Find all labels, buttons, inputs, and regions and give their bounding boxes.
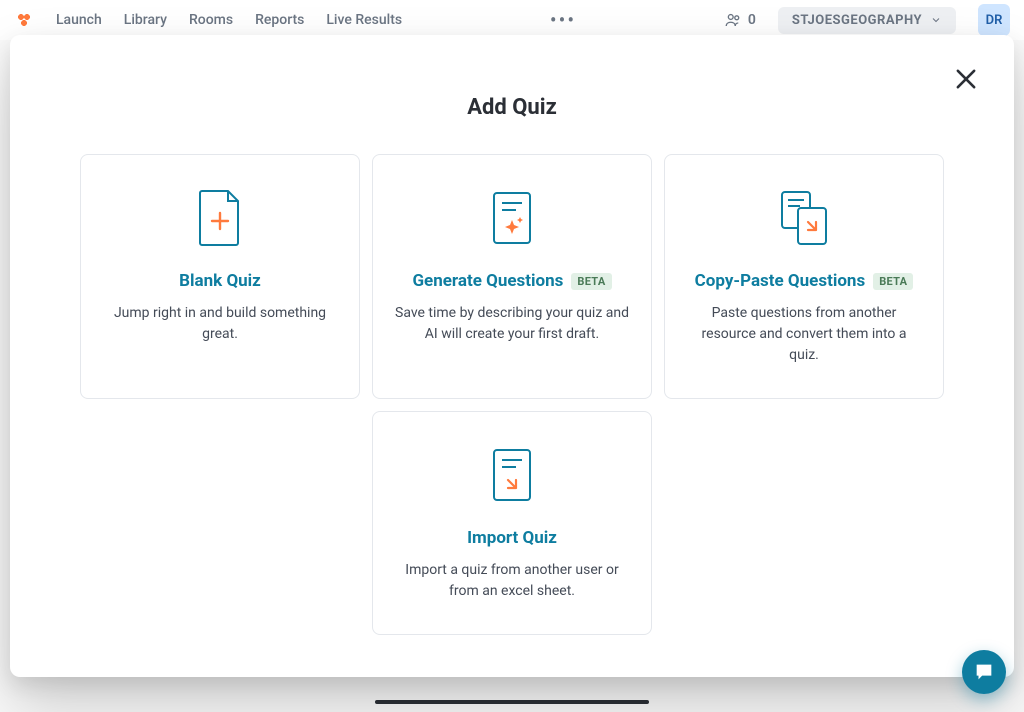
blank-quiz-card[interactable]: Blank Quiz Jump right in and build somet… (80, 154, 360, 399)
blank-quiz-icon (196, 183, 244, 253)
generate-questions-title-text: Generate Questions (412, 271, 563, 291)
room-selector[interactable]: STJOESGEOGRAPHY (778, 7, 956, 34)
participant-count[interactable]: 0 (724, 11, 756, 29)
quiz-type-grid: Blank Quiz Jump right in and build somet… (90, 154, 934, 635)
import-quiz-icon (488, 440, 536, 510)
more-menu-icon[interactable]: ••• (550, 8, 576, 32)
beta-badge: BETA (571, 273, 611, 290)
room-name: STJOESGEOGRAPHY (792, 13, 922, 28)
generate-questions-desc: Save time by describing your quiz and AI… (395, 303, 629, 345)
participant-count-value: 0 (748, 12, 756, 28)
close-button[interactable] (952, 65, 980, 93)
background-scrollbar (375, 700, 649, 704)
generate-questions-card[interactable]: Generate Questions BETA Save time by des… (372, 154, 652, 399)
import-quiz-card[interactable]: Import Quiz Import a quiz from another u… (372, 411, 652, 635)
beta-badge: BETA (873, 273, 913, 290)
add-quiz-modal: Add Quiz Blank Quiz Jump right in and bu… (10, 35, 1014, 677)
close-icon (952, 65, 980, 93)
app-logo[interactable] (14, 10, 34, 30)
nav-library[interactable]: Library (124, 12, 167, 28)
generate-questions-icon (488, 183, 536, 253)
help-chat-button[interactable] (962, 650, 1006, 694)
import-quiz-title: Import Quiz (467, 528, 557, 548)
copy-paste-questions-card[interactable]: Copy-Paste Questions BETA Paste question… (664, 154, 944, 399)
nav-live-results[interactable]: Live Results (326, 12, 402, 28)
nav-rooms[interactable]: Rooms (189, 12, 233, 28)
import-quiz-desc: Import a quiz from another user or from … (395, 560, 629, 602)
people-icon (724, 11, 742, 29)
user-avatar[interactable]: DR (978, 4, 1010, 36)
copy-paste-title-text: Copy-Paste Questions (695, 271, 866, 291)
nav-launch[interactable]: Launch (56, 12, 102, 28)
topbar: Launch Library Rooms Reports Live Result… (0, 0, 1024, 40)
blank-quiz-desc: Jump right in and build something great. (103, 303, 337, 345)
chevron-down-icon (930, 14, 942, 26)
copy-paste-icon (776, 183, 832, 253)
blank-quiz-title: Blank Quiz (179, 271, 261, 291)
generate-questions-title: Generate Questions BETA (412, 271, 611, 291)
copy-paste-desc: Paste questions from another resource an… (687, 303, 921, 366)
chat-icon (973, 661, 995, 683)
copy-paste-title: Copy-Paste Questions BETA (695, 271, 914, 291)
nav-reports[interactable]: Reports (255, 12, 304, 28)
modal-title: Add Quiz (90, 95, 934, 120)
